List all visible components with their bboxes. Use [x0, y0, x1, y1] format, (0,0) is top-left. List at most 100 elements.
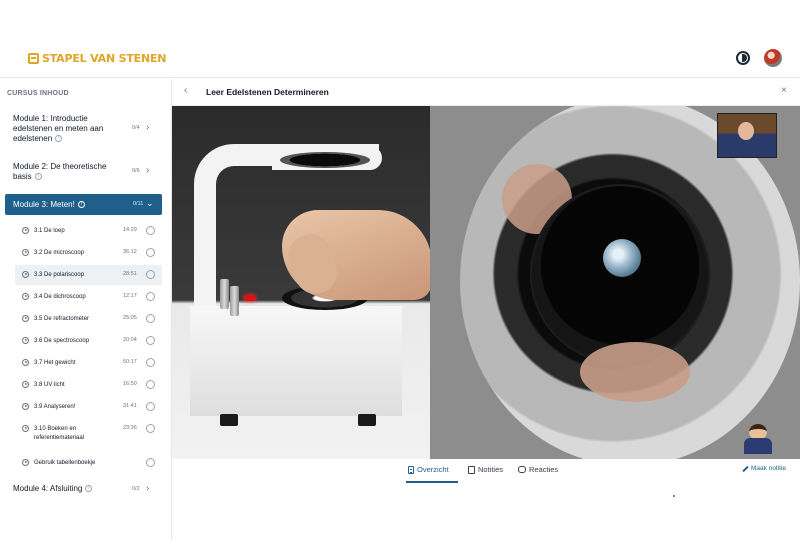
lesson-duration: 50:17 [123, 359, 137, 365]
pencil-icon [742, 465, 749, 472]
completion-checkbox[interactable] [146, 226, 155, 235]
mascot-icon [740, 424, 776, 454]
module-progress: 0/11 [133, 201, 144, 207]
tab-reacties[interactable]: Reacties [518, 465, 558, 474]
completion-checkbox[interactable] [146, 314, 155, 323]
lesson-title: 3.5 De refractometer [34, 316, 90, 322]
make-note-button[interactable]: Maak notitie [742, 465, 786, 472]
lesson-title: 3.4 De dichroscoop [34, 294, 86, 300]
info-icon[interactable]: i [85, 485, 93, 493]
completion-checkbox[interactable] [146, 380, 155, 389]
play-icon [22, 425, 29, 432]
lesson-item-current[interactable]: 3.3 De polariscoop 28:51 [15, 265, 162, 285]
info-icon[interactable]: i [55, 135, 63, 143]
chevron-right-icon: › [146, 483, 150, 494]
completion-checkbox[interactable] [146, 458, 155, 467]
completion-checkbox[interactable] [146, 292, 155, 301]
module-label: Module 3: Meten! i [13, 200, 85, 209]
lesson-title: 3.9 Analyseren! [34, 404, 76, 410]
module-3[interactable]: Module 3: Meten! i 0/11 ⌄ [5, 194, 162, 215]
module-2[interactable]: Module 2: De theoretische basis i 0/6 › [5, 162, 162, 184]
lesson-header: ‹ Leer Edelstenen Determineren × [172, 79, 800, 106]
play-icon [22, 315, 29, 322]
lesson-item[interactable]: 3.6 De spectroscoop 20:04 [15, 331, 162, 351]
play-icon [22, 271, 29, 278]
gemstone [603, 239, 641, 277]
lesson-item[interactable]: 3.8 UV licht 16:50 [15, 375, 162, 395]
lesson-item[interactable]: 3.1 De loep 14:29 [15, 221, 162, 241]
chat-icon [518, 466, 526, 473]
lesson-item[interactable]: 3.9 Analyseren! 31:41 [15, 397, 162, 417]
completion-checkbox[interactable] [146, 336, 155, 345]
lesson-item[interactable]: 3.2 De microscoop 36:12 [15, 243, 162, 263]
module-label: Module 1: Introductie edelstenen en mete… [13, 114, 104, 143]
module-progress: 0/2 [132, 486, 140, 492]
lesson-item[interactable]: 3.5 De refractometer 25:05 [15, 309, 162, 329]
avatar[interactable] [764, 49, 782, 67]
play-icon [22, 337, 29, 344]
moon-icon[interactable] [736, 51, 750, 65]
lesson-item[interactable]: 3.10 Boeken en referentiemateriaal 23:36 [15, 419, 162, 445]
top-bar: STAPEL VAN STENEN [0, 40, 800, 78]
lesson-duration: 28:51 [123, 271, 137, 277]
active-tab-indicator [406, 481, 458, 483]
play-icon [22, 227, 29, 234]
presenter-face [738, 122, 754, 140]
page-title: Leer Edelstenen Determineren [206, 87, 329, 97]
close-icon[interactable]: × [781, 85, 787, 96]
lesson-duration: 12:17 [123, 293, 137, 299]
module-label: Module 2: De theoretische basis i [13, 162, 107, 181]
control-knob [220, 279, 229, 309]
play-icon [22, 293, 29, 300]
video-player[interactable] [172, 106, 800, 459]
module-1[interactable]: Module 1: Introductie edelstenen en mete… [5, 114, 162, 146]
polariscope-eyepiece [280, 152, 370, 168]
sidebar-title: CURSUS INHOUD [7, 90, 69, 97]
info-icon[interactable]: i [34, 173, 42, 181]
play-icon [22, 459, 29, 466]
lesson-duration: 14:29 [123, 227, 137, 233]
play-icon [22, 249, 29, 256]
info-icon[interactable]: i [77, 201, 85, 209]
module-progress: 0/6 [132, 168, 140, 174]
module-progress: 0/4 [132, 125, 140, 131]
lesson-item[interactable]: 3.7 Het gewicht 50:17 [15, 353, 162, 373]
lesson-item[interactable]: 3.4 De dichroscoop 12:17 [15, 287, 162, 307]
brand-logo[interactable]: STAPEL VAN STENEN [28, 52, 166, 65]
lesson-title: 3.1 De loep [34, 228, 65, 234]
presenter-picture-in-picture [717, 113, 777, 158]
lesson-title: 3.3 De polariscoop [34, 272, 85, 278]
tab-notities[interactable]: Notities [468, 465, 503, 474]
play-icon [22, 381, 29, 388]
lesson-duration: 16:50 [123, 381, 137, 387]
completion-checkbox[interactable] [146, 270, 155, 279]
lesson-title: 3.8 UV licht [34, 382, 65, 388]
brand-name: STAPEL VAN STENEN [42, 52, 167, 65]
power-led [244, 295, 256, 301]
lesson-duration: 31:41 [123, 403, 137, 409]
module-label: Module 4: Afsluiting i [13, 484, 123, 494]
control-knob [230, 286, 239, 316]
polariscope-foot [220, 414, 238, 426]
module-4[interactable]: Module 4: Afsluiting i 0/2 › [5, 483, 162, 498]
chevron-left-icon[interactable]: ‹ [184, 85, 187, 96]
polariscope-foot [358, 414, 376, 426]
tab-overzicht[interactable]: Overzicht [408, 465, 449, 474]
play-icon [22, 403, 29, 410]
chevron-right-icon: › [146, 122, 150, 133]
chevron-right-icon: › [146, 165, 150, 176]
chevron-down-icon: ⌄ [146, 198, 154, 208]
lesson-duration: 20:04 [123, 337, 137, 343]
lesson-duration: 36:12 [123, 249, 137, 255]
completion-checkbox[interactable] [146, 248, 155, 257]
lesson-item[interactable]: Gebruik tabellenboekje [15, 453, 162, 473]
completion-checkbox[interactable] [146, 358, 155, 367]
lesson-title: Gebruik tabellenboekje [34, 460, 96, 466]
lesson-tabs: Overzicht Notities Reacties Maak notitie [172, 459, 800, 484]
course-sidebar: CURSUS INHOUD Module 1: Introductie edel… [0, 79, 172, 540]
video-scene-closeup [430, 106, 800, 459]
document-icon [408, 465, 414, 474]
completion-checkbox[interactable] [146, 424, 155, 433]
completion-checkbox[interactable] [146, 402, 155, 411]
lesson-title: 3.10 Boeken en referentiemateriaal [34, 426, 85, 441]
